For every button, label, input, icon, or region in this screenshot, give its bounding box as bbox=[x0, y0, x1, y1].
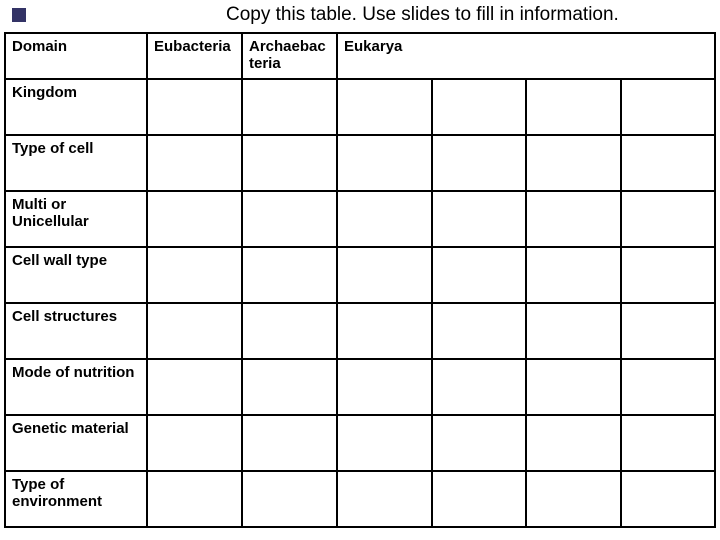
cell-empty bbox=[242, 135, 337, 191]
cell-empty bbox=[526, 135, 621, 191]
cell-empty bbox=[337, 303, 432, 359]
header-domain: Domain bbox=[5, 33, 147, 79]
row-type-of-cell: Type of cell bbox=[5, 135, 147, 191]
cell-empty bbox=[242, 471, 337, 527]
cell-empty bbox=[621, 471, 716, 527]
cell-empty bbox=[526, 415, 621, 471]
bullet-icon bbox=[12, 8, 26, 22]
row-type-env: Type of environment bbox=[5, 471, 147, 527]
cell-empty bbox=[432, 247, 527, 303]
cell-empty bbox=[337, 247, 432, 303]
cell-empty bbox=[621, 79, 716, 135]
cell-empty bbox=[242, 415, 337, 471]
cell-empty bbox=[621, 135, 716, 191]
row-multi-uni: Multi or Unicellular bbox=[5, 191, 147, 247]
table-row: Type of environment bbox=[5, 471, 715, 527]
cell-empty bbox=[242, 359, 337, 415]
table-row: Genetic material bbox=[5, 415, 715, 471]
cell-empty bbox=[147, 79, 242, 135]
cell-empty bbox=[621, 415, 716, 471]
cell-empty bbox=[432, 359, 527, 415]
cell-empty bbox=[432, 471, 527, 527]
cell-empty bbox=[526, 359, 621, 415]
header-eukarya: Eukarya bbox=[337, 33, 715, 79]
cell-empty bbox=[432, 79, 527, 135]
cell-empty bbox=[526, 247, 621, 303]
row-cell-wall: Cell wall type bbox=[5, 247, 147, 303]
cell-empty bbox=[526, 303, 621, 359]
cell-empty bbox=[337, 415, 432, 471]
header-archaebacteria: Archaebac teria bbox=[242, 33, 337, 79]
cell-empty bbox=[526, 471, 621, 527]
cell-empty bbox=[147, 303, 242, 359]
cell-empty bbox=[337, 471, 432, 527]
cell-empty bbox=[337, 191, 432, 247]
cell-empty bbox=[432, 135, 527, 191]
cell-empty bbox=[242, 303, 337, 359]
cell-empty bbox=[147, 135, 242, 191]
cell-empty bbox=[432, 191, 527, 247]
table-row: Cell structures bbox=[5, 303, 715, 359]
cell-empty bbox=[526, 79, 621, 135]
cell-empty bbox=[432, 303, 527, 359]
cell-empty bbox=[147, 415, 242, 471]
table-row: Cell wall type bbox=[5, 247, 715, 303]
cell-empty bbox=[242, 191, 337, 247]
classification-table: Domain Eubacteria Archaebac teria Eukary… bbox=[4, 32, 716, 528]
cell-empty bbox=[621, 247, 716, 303]
table-row: Type of cell bbox=[5, 135, 715, 191]
header-eubacteria: Eubacteria bbox=[147, 33, 242, 79]
cell-empty bbox=[432, 415, 527, 471]
cell-empty bbox=[147, 191, 242, 247]
row-mode-nutrition: Mode of nutrition bbox=[5, 359, 147, 415]
title-row: Copy this table. Use slides to fill in i… bbox=[0, 0, 720, 32]
cell-empty bbox=[147, 471, 242, 527]
cell-empty bbox=[621, 359, 716, 415]
cell-empty bbox=[147, 359, 242, 415]
cell-empty bbox=[147, 247, 242, 303]
table-row: Kingdom bbox=[5, 79, 715, 135]
cell-empty bbox=[337, 359, 432, 415]
table-row: Multi or Unicellular bbox=[5, 191, 715, 247]
cell-empty bbox=[242, 247, 337, 303]
cell-empty bbox=[337, 79, 432, 135]
row-genetic-material: Genetic material bbox=[5, 415, 147, 471]
cell-empty bbox=[621, 191, 716, 247]
slide-title: Copy this table. Use slides to fill in i… bbox=[226, 4, 619, 26]
table-row: Mode of nutrition bbox=[5, 359, 715, 415]
row-cell-structures: Cell structures bbox=[5, 303, 147, 359]
cell-empty bbox=[621, 303, 716, 359]
cell-empty bbox=[337, 135, 432, 191]
cell-empty bbox=[526, 191, 621, 247]
table-header-row: Domain Eubacteria Archaebac teria Eukary… bbox=[5, 33, 715, 79]
row-kingdom: Kingdom bbox=[5, 79, 147, 135]
cell-empty bbox=[242, 79, 337, 135]
